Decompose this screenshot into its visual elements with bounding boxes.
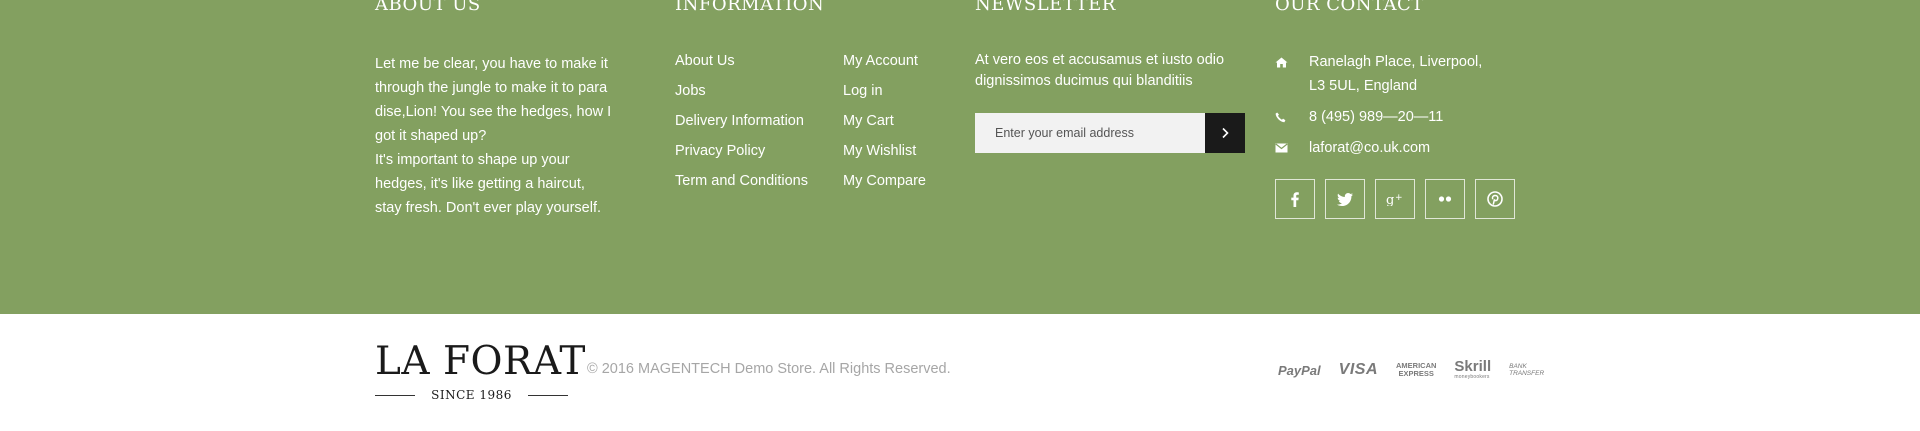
information-list-2: My Account Log in My Cart My Wishlist My… <box>843 51 926 201</box>
visa-logo: VISA <box>1338 361 1378 378</box>
twitter-icon <box>1337 192 1353 206</box>
newsletter-form <box>975 113 1245 153</box>
newsletter-column: NEWSLETTER At vero eos et accusamus et i… <box>975 0 1245 153</box>
contact-list: Ranelagh Place, Liverpool, L3 5UL, Engla… <box>1275 50 1545 160</box>
link-my-wishlist[interactable]: My Wishlist <box>843 141 926 161</box>
newsletter-text: At vero eos et accusamus et iusto odio d… <box>975 52 1225 89</box>
footer-top: ABOUT US Let me be clear, you have to ma… <box>0 0 1920 314</box>
bank-line-1: BANK <box>1509 363 1527 370</box>
flickr-icon <box>1438 196 1452 202</box>
pinterest-button[interactable] <box>1475 179 1515 219</box>
contact-address-line-1: Ranelagh Place, Liverpool, <box>1309 54 1483 70</box>
pinterest-icon <box>1487 191 1503 207</box>
phone-icon <box>1275 105 1309 129</box>
svg-text:+: + <box>1395 193 1403 203</box>
newsletter-email-input[interactable] <box>975 113 1205 153</box>
newsletter-title: NEWSLETTER <box>975 0 1116 15</box>
social-links: g + <box>1275 179 1545 219</box>
link-about-us[interactable]: About Us <box>675 51 843 71</box>
link-privacy-policy[interactable]: Privacy Policy <box>675 141 843 161</box>
amex-logo: AMERICAN EXPRESS <box>1396 362 1436 378</box>
brand-logo[interactable]: LA FORAT SINCE 1986 <box>375 339 586 402</box>
newsletter-submit-button[interactable] <box>1205 113 1245 153</box>
about-column: ABOUT US Let me be clear, you have to ma… <box>375 0 615 220</box>
about-title: ABOUT US <box>375 0 481 15</box>
contact-email-text[interactable]: laforat@co.uk.com <box>1309 136 1430 160</box>
divider <box>375 394 415 396</box>
amex-line-2: EXPRESS <box>1398 369 1434 378</box>
contact-title: OUR CONTACT <box>1275 0 1424 15</box>
skrill-sub: moneybookers <box>1454 374 1490 380</box>
google-plus-button[interactable]: g + <box>1375 179 1415 219</box>
information-column: INFORMATION About Us Jobs Delivery Infor… <box>675 0 955 201</box>
link-my-compare[interactable]: My Compare <box>843 171 926 191</box>
twitter-button[interactable] <box>1325 179 1365 219</box>
contact-address-line-2: L3 5UL, England <box>1309 78 1418 94</box>
flickr-button[interactable] <box>1425 179 1465 219</box>
brand-since: SINCE 1986 <box>375 388 568 402</box>
facebook-icon <box>1291 191 1299 207</box>
about-paragraph-1: Let me be clear, you have to make it thr… <box>375 56 612 144</box>
link-my-cart[interactable]: My Cart <box>843 111 926 131</box>
facebook-button[interactable] <box>1275 179 1315 219</box>
brand-since-text: SINCE 1986 <box>431 388 512 402</box>
contact-email: laforat@co.uk.com <box>1275 136 1545 160</box>
bank-line-2: TRANSFER <box>1509 370 1545 377</box>
link-term-and-conditions[interactable]: Term and Conditions <box>675 171 843 191</box>
footer-bottom: LA FORAT SINCE 1986 © 2016 MAGENTECH Dem… <box>0 314 1920 431</box>
link-my-account[interactable]: My Account <box>843 51 926 71</box>
link-delivery-information[interactable]: Delivery Information <box>675 111 843 131</box>
svg-text:g: g <box>1386 193 1394 206</box>
skrill-name: Skrill <box>1454 358 1492 375</box>
information-lists: About Us Jobs Delivery Information Priva… <box>675 51 955 201</box>
divider <box>527 394 568 396</box>
contact-address: Ranelagh Place, Liverpool, L3 5UL, Engla… <box>1275 50 1545 98</box>
information-title: INFORMATION <box>675 0 825 15</box>
chevron-right-icon <box>1222 127 1229 139</box>
contact-phone: 8 (495) 989—20—11 <box>1275 105 1545 129</box>
link-jobs[interactable]: Jobs <box>675 81 843 101</box>
paypal-logo: PayPal <box>1278 362 1321 378</box>
home-icon <box>1275 50 1309 74</box>
bank-transfer-logo: BANK TRANSFER <box>1509 363 1544 377</box>
google-plus-icon: g + <box>1386 193 1403 206</box>
information-list-1: About Us Jobs Delivery Information Priva… <box>675 51 843 201</box>
contact-phone-text: 8 (495) 989—20—11 <box>1309 109 1444 125</box>
payment-methods: PayPal VISA AMERICAN EXPRESS Skrill mone… <box>1278 358 1544 380</box>
contact-address-text: Ranelagh Place, Liverpool, L3 5UL, Engla… <box>1309 50 1482 98</box>
link-log-in[interactable]: Log in <box>843 81 926 101</box>
skrill-logo: Skrill moneybookers <box>1454 358 1492 380</box>
brand-name: LA FORAT <box>375 339 586 384</box>
about-text: Let me be clear, you have to make it thr… <box>375 52 615 220</box>
contact-column: OUR CONTACT Ranelagh Place, Liverpool, L… <box>1275 0 1545 219</box>
envelope-icon <box>1275 136 1309 160</box>
about-paragraph-2: It's important to shape up your hedges, … <box>375 152 602 216</box>
copyright-text: © 2016 MAGENTECH Demo Store. All Rights … <box>587 361 951 377</box>
